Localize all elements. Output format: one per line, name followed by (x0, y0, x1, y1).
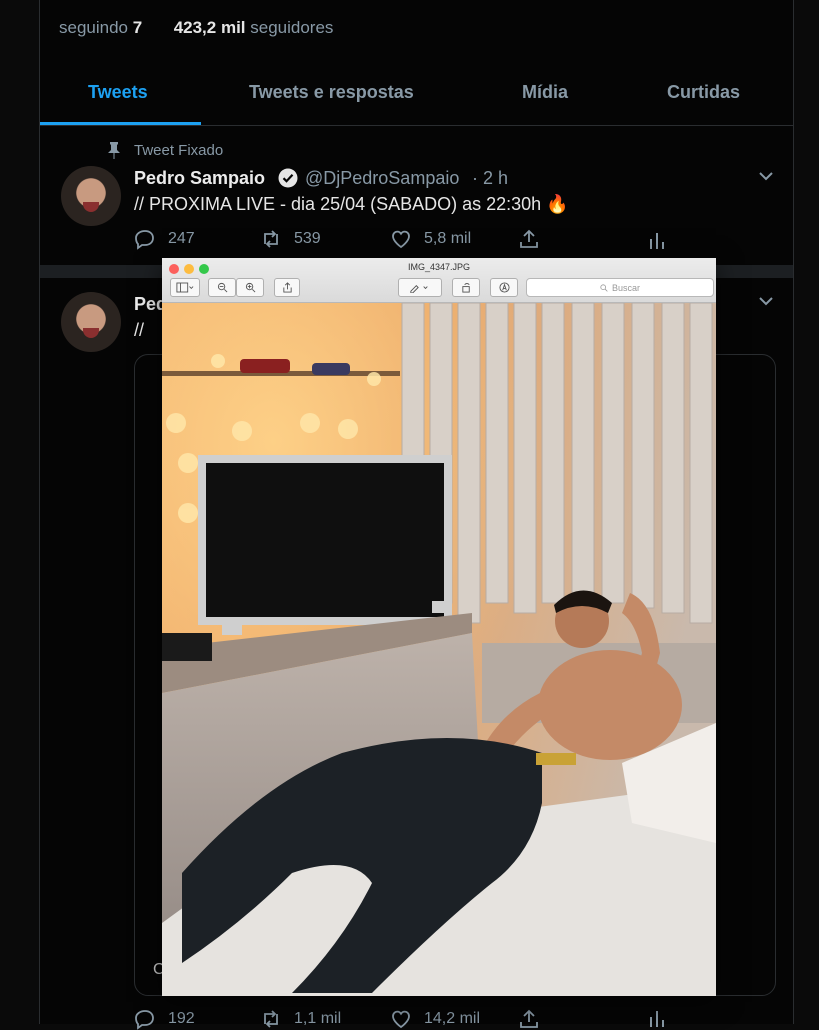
avatar[interactable] (61, 166, 121, 226)
rotate-icon (461, 283, 470, 293)
pen-icon (410, 285, 428, 293)
photo (162, 303, 716, 996)
zoom-out-icon (217, 282, 227, 293)
annotate-icon (498, 282, 510, 293)
tweet-author-handle[interactable]: @DjPedroSampaio (305, 168, 459, 189)
analytics-icon[interactable] (648, 230, 666, 250)
preview-titlebar[interactable]: IMG_4347.JPG Buscar (162, 258, 716, 303)
reply-button[interactable]: 247 (134, 228, 195, 250)
zoom-out-button[interactable] (208, 278, 236, 297)
share-icon[interactable] (518, 228, 540, 250)
retweet-icon (264, 230, 278, 248)
verified-badge-icon (278, 168, 298, 188)
tweet-text: // PROXIMA LIVE - dia 25/04 (SABADO) as … (134, 194, 569, 214)
heart-icon (392, 1010, 410, 1029)
reply-icon (135, 230, 154, 250)
retweet-count: 539 (294, 230, 321, 247)
retweet-button[interactable]: 539 (260, 228, 321, 250)
preview-window[interactable]: IMG_4347.JPG Buscar (162, 258, 716, 996)
following-label: seguindo (59, 18, 129, 37)
markup-button[interactable] (398, 278, 442, 297)
rotate-button[interactable] (452, 278, 480, 297)
window-title: IMG_4347.JPG (407, 262, 471, 272)
share-button[interactable] (274, 278, 300, 297)
search-input[interactable]: Buscar (526, 278, 714, 297)
active-tab-indicator (40, 122, 201, 125)
retweet-button[interactable]: 1,1 mil (260, 1008, 341, 1030)
following-count[interactable]: 7 (133, 18, 142, 37)
like-count: 5,8 mil (424, 230, 472, 247)
profile-stats: seguindo 7 423,2 mil seguidores (59, 18, 333, 38)
like-count: 14,2 mil (424, 1010, 481, 1027)
like-button[interactable]: 14,2 mil (390, 1008, 480, 1030)
zoom-in-button[interactable] (236, 278, 264, 297)
tab-media[interactable]: Mídia (522, 82, 568, 103)
tab-likes[interactable]: Curtidas (667, 82, 740, 103)
zoom-in-icon (245, 282, 255, 293)
search-placeholder: Buscar (611, 282, 640, 293)
search-icon (600, 283, 608, 292)
reply-button[interactable]: 192 (134, 1008, 195, 1030)
chevron-down-icon[interactable] (758, 171, 774, 181)
reply-count: 192 (168, 1010, 195, 1027)
tab-tweets-and-replies[interactable]: Tweets e respostas (249, 82, 414, 103)
profile-tabs: Tweets Tweets e respostas Mídia Curtidas (40, 60, 793, 126)
like-button[interactable]: 5,8 mil (390, 228, 471, 250)
annotate-button[interactable] (490, 278, 518, 297)
pinned-tweet-label: Tweet Fixado (134, 142, 224, 159)
followers-label: seguidores (250, 18, 334, 37)
share-icon[interactable] (518, 1008, 540, 1030)
share-icon (282, 282, 292, 293)
retweet-icon (264, 1010, 278, 1028)
sidebar-icon (176, 282, 194, 293)
analytics-icon[interactable] (648, 1008, 666, 1028)
tweet-author-name[interactable]: Pedro Sampaio (134, 168, 265, 189)
sidebar-toggle-button[interactable] (170, 278, 200, 297)
tweet-text: // (134, 320, 145, 340)
chevron-down-icon[interactable] (758, 296, 774, 306)
followers-count[interactable]: 423,2 mil (174, 18, 246, 37)
heart-icon (392, 230, 410, 249)
retweet-count: 1,1 mil (294, 1010, 342, 1027)
pin-icon (108, 142, 120, 159)
reply-icon (135, 1010, 154, 1030)
avatar[interactable] (61, 292, 121, 352)
reply-count: 247 (168, 230, 195, 247)
tab-tweets[interactable]: Tweets (88, 82, 148, 103)
tweet-timestamp[interactable]: · 2 h (472, 168, 508, 189)
